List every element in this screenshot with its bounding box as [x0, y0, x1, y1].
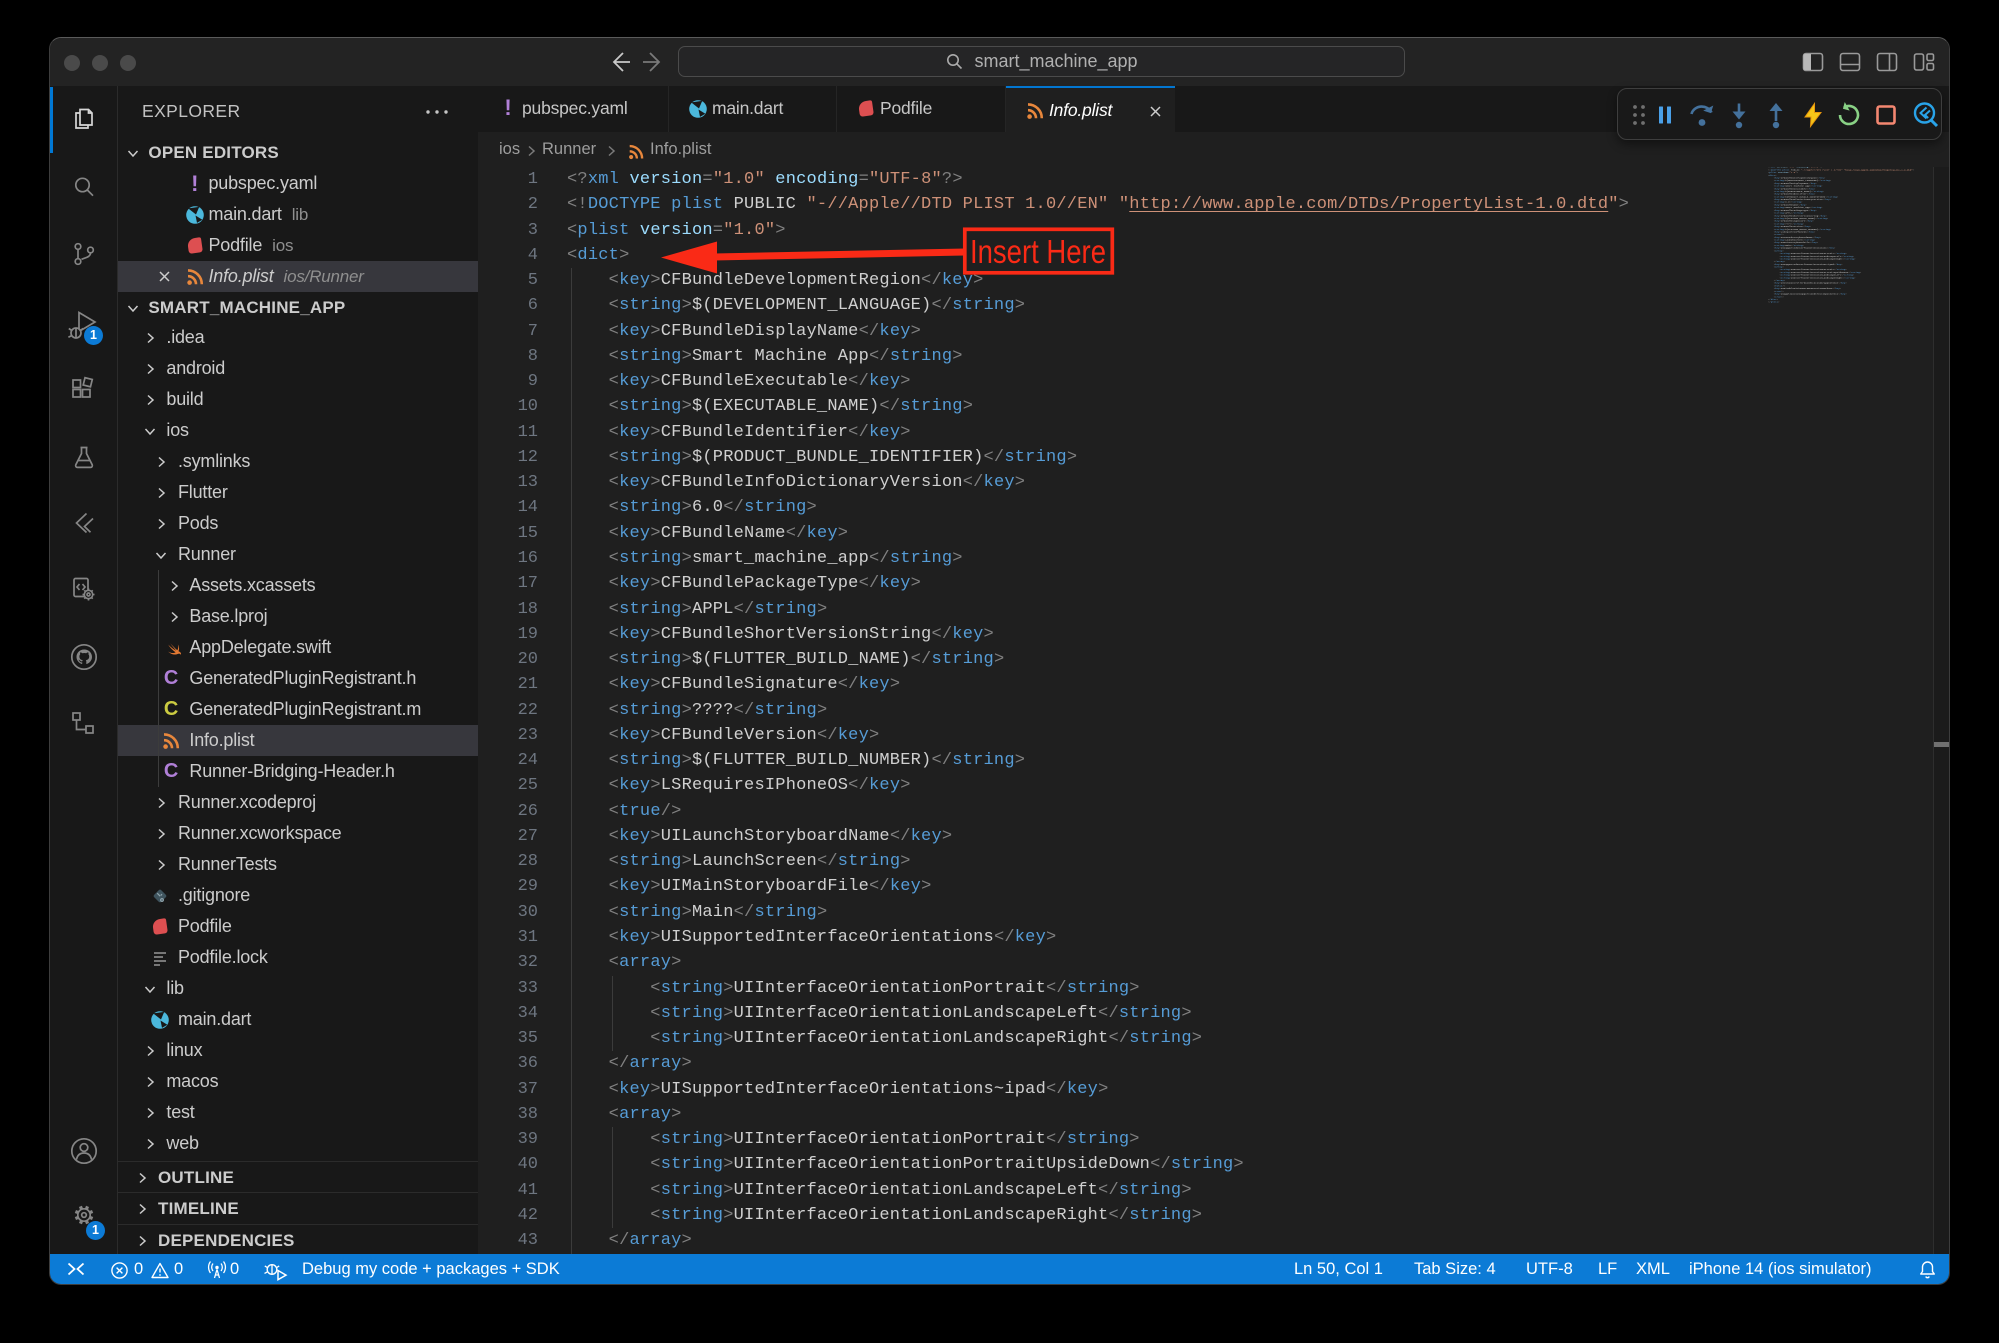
- svg-text:Insert Here: Insert Here: [970, 233, 1106, 270]
